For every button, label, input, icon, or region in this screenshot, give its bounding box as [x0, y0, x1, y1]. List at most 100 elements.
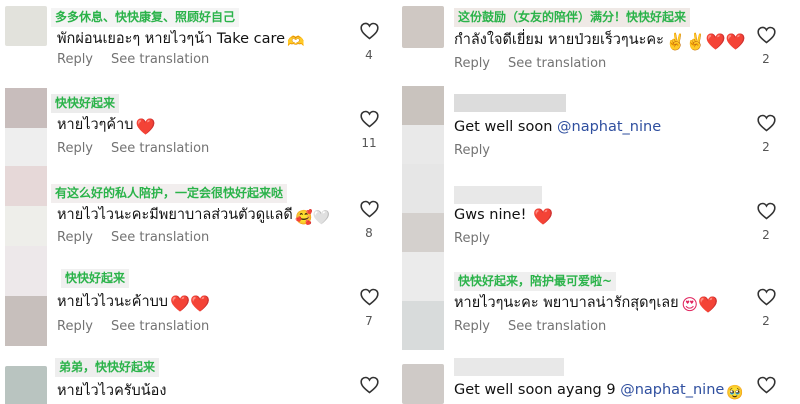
- comment-actions: Reply See translation: [57, 230, 227, 245]
- reply-button[interactable]: Reply: [57, 141, 93, 156]
- avatar[interactable]: [402, 6, 444, 48]
- like-control[interactable]: 2: [756, 202, 776, 242]
- translation-overlay: 有这么好的私人陪护，一定会很快好起来哒: [51, 184, 288, 203]
- like-control[interactable]: 11: [359, 110, 379, 150]
- like-control[interactable]: 7: [359, 288, 379, 328]
- comment-item: Gws nine! ❤️ Reply 2: [402, 164, 792, 262]
- see-translation-button[interactable]: See translation: [111, 230, 209, 245]
- comment-item: 多多休息、快快康复、照顾好自己 พักผ่อนเยอะๆ หายไวๆน้า T…: [5, 0, 395, 88]
- red-hearts-emoji: ❤️❤️: [170, 294, 210, 313]
- like-count: 2: [762, 52, 770, 66]
- see-translation-button[interactable]: See translation: [111, 319, 209, 334]
- heart-outline-icon[interactable]: [756, 376, 776, 394]
- comment-text: Get well soon ayang 9 @naphat_nine 🥹: [454, 382, 744, 401]
- comment-item: 快快好起来，陪护最可爱啦~ หายไวๆนะคะ พยาบาลน่ารักสุด…: [402, 252, 792, 350]
- comment-text: พักผ่อนเยอะๆ หายไวๆน้า Take care 🫶: [57, 31, 305, 50]
- translation-overlay: 弟弟，快快好起来: [55, 358, 160, 377]
- like-control[interactable]: 2: [756, 26, 776, 66]
- avatar[interactable]: [5, 166, 47, 246]
- heart-outline-icon[interactable]: [359, 110, 379, 128]
- see-translation-button[interactable]: See translation: [508, 56, 606, 71]
- like-count: 7: [365, 314, 373, 328]
- avatar[interactable]: [402, 364, 444, 404]
- comment-text: หายไวๆค้าบ ❤️: [57, 117, 156, 136]
- comments-column-left: 多多休息、快快康复、照顾好自己 พักผ่อนเยอะๆ หายไวๆน้า T…: [5, 0, 395, 404]
- red-heart-emoji: ❤️: [533, 207, 553, 226]
- mention-link[interactable]: @naphat_nine: [557, 119, 661, 135]
- avatar[interactable]: [5, 246, 47, 346]
- pleading-face-emoji: 🥹: [726, 385, 744, 401]
- like-count: 11: [361, 136, 377, 150]
- heart-outline-icon[interactable]: [359, 288, 379, 306]
- comment-item: 有这么好的私人陪护，一定会很快好起来哒 หายไวไวนะคะมีพยาบาลส…: [5, 166, 395, 266]
- comment-item: Get well soon ayang 9 @naphat_nine 🥹: [402, 350, 792, 404]
- comment-text: หายไวไวนะค้าบบ ❤️❤️: [57, 294, 210, 313]
- smiling-hearts-emoji: 🥰🤍: [295, 210, 331, 226]
- victory-hearts-emoji: ✌️✌️❤️❤️: [665, 32, 746, 51]
- comment-item: 这份鼓励（女友的陪伴）满分！快快好起来 กำลังใจดีเยี่ยม หายป…: [402, 0, 792, 86]
- translation-overlay: 这份鼓励（女友的陪伴）满分！快快好起来: [454, 8, 691, 27]
- like-count: 2: [762, 140, 770, 154]
- heart-outline-icon[interactable]: [359, 376, 379, 394]
- like-control[interactable]: 8: [359, 200, 379, 240]
- comment-actions: Reply See translation: [57, 52, 227, 67]
- mention-link[interactable]: @naphat_nine: [620, 382, 724, 398]
- comment-text: กำลังใจดีเยี่ยม หายป่วยเร็วๆนะคะ ✌️✌️❤️❤️: [454, 32, 746, 51]
- heart-eyes-emoji: 😍❤️: [681, 295, 718, 314]
- see-translation-button[interactable]: See translation: [111, 52, 209, 67]
- heart-outline-icon[interactable]: [756, 202, 776, 220]
- translation-overlay: 快快好起来: [61, 269, 130, 288]
- heart-outline-icon[interactable]: [756, 114, 776, 132]
- like-control[interactable]: 2: [756, 288, 776, 328]
- column-divider: [393, 0, 401, 404]
- username-blurred: [454, 358, 564, 376]
- username-blurred: [454, 186, 542, 204]
- like-control[interactable]: 4: [359, 22, 379, 62]
- like-count: 2: [762, 228, 770, 242]
- comment-actions: Reply See translation: [57, 141, 227, 156]
- like-count: 8: [365, 226, 373, 240]
- avatar[interactable]: [5, 6, 47, 46]
- reply-button[interactable]: Reply: [454, 319, 490, 334]
- red-heart-emoji: ❤️: [135, 117, 156, 136]
- heart-outline-icon[interactable]: [756, 288, 776, 306]
- avatar[interactable]: [402, 164, 444, 262]
- comment-text: หายไวไวครับน้อง: [57, 383, 167, 399]
- comment-text: หายไวๆนะคะ พยาบาลน่ารักสุดๆเลย 😍❤️: [454, 295, 718, 314]
- comment-text: หายไวไวนะคะมีพยาบาลส่วนตัวดูแลดี 🥰🤍: [57, 207, 331, 226]
- reply-button[interactable]: Reply: [57, 230, 93, 245]
- avatar[interactable]: [402, 86, 444, 164]
- reply-button[interactable]: Reply: [454, 56, 490, 71]
- comment-actions: Reply See translation: [454, 319, 624, 334]
- reply-button[interactable]: Reply: [454, 143, 490, 158]
- heart-outline-icon[interactable]: [756, 26, 776, 44]
- comment-actions: Reply See translation: [454, 56, 624, 71]
- comment-actions: Reply: [454, 143, 508, 158]
- comments-column-right: 这份鼓励（女友的陪伴）满分！快快好起来 กำลังใจดีเยี่ยม หายป…: [402, 0, 792, 404]
- avatar[interactable]: [5, 366, 47, 404]
- comment-text: Gws nine! ❤️: [454, 207, 553, 226]
- see-translation-button[interactable]: See translation: [508, 319, 606, 334]
- comment-actions: Reply See translation: [57, 319, 227, 334]
- reply-button[interactable]: Reply: [57, 319, 93, 334]
- comment-item: 弟弟，快快好起来 หายไวไวครับน้อง: [5, 354, 395, 404]
- like-count: 2: [762, 314, 770, 328]
- username-blurred: [454, 94, 566, 112]
- translation-overlay: 快快好起来，陪护最可爱啦~: [454, 272, 617, 291]
- avatar[interactable]: [5, 88, 47, 168]
- comment-item: Get well soon @naphat_nine Reply 2: [402, 86, 792, 174]
- like-control[interactable]: 2: [756, 114, 776, 154]
- reply-button[interactable]: Reply: [57, 52, 93, 67]
- comment-text: Get well soon @naphat_nine: [454, 119, 662, 135]
- like-control[interactable]: [756, 376, 776, 394]
- translation-overlay: 多多休息、快快康复、照顾好自己: [51, 8, 240, 27]
- like-control[interactable]: [359, 376, 379, 394]
- reply-button[interactable]: Reply: [454, 231, 490, 246]
- see-translation-button[interactable]: See translation: [111, 141, 209, 156]
- heart-outline-icon[interactable]: [359, 22, 379, 40]
- heart-outline-icon[interactable]: [359, 200, 379, 218]
- avatar[interactable]: [402, 252, 444, 350]
- comment-item: 快快好起来 หายไวไวนะค้าบบ ❤️❤️ Reply See transl…: [5, 246, 395, 354]
- hands-heart-emoji: 🫶: [287, 34, 305, 50]
- translation-overlay: 快快好起来: [51, 94, 120, 113]
